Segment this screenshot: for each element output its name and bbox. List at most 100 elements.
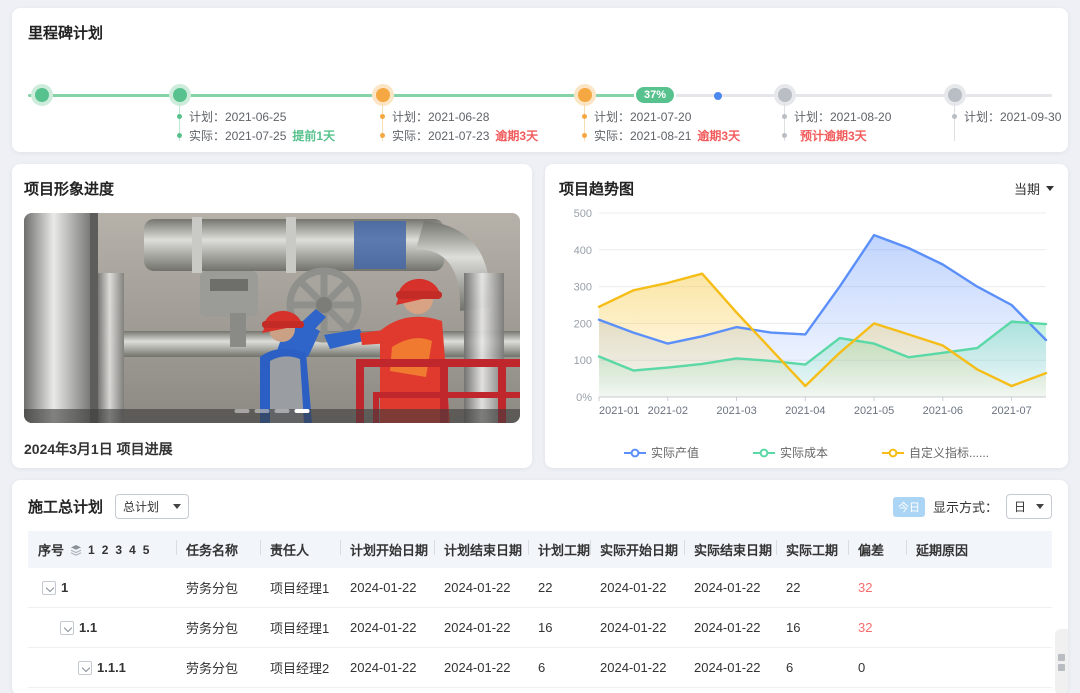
table-cell[interactable]: 2024-01-22 <box>434 648 528 688</box>
milestone-panel: 里程碑计划 ⚑开始⚑1#基础工程计划：2021-06-25实际：2021-07-… <box>12 8 1068 152</box>
table-header-cell: 责任人 <box>260 531 340 568</box>
table-cell[interactable]: 项目经理1 <box>260 568 340 608</box>
milestone-date-row: 计划：2021-06-28 <box>380 107 538 126</box>
milestone-timeline: ⚑开始⚑1#基础工程计划：2021-06-25实际：2021-07-25提前1天… <box>28 45 1052 149</box>
milestone-dot <box>948 88 962 102</box>
today-badge[interactable]: 今日 <box>893 497 925 517</box>
table-cell[interactable]: 1 <box>28 568 176 608</box>
legend-item[interactable]: 实际成本 <box>753 444 828 461</box>
level-button-1[interactable]: 1 <box>88 543 95 557</box>
legend-item[interactable]: 自定义指标...... <box>882 444 989 461</box>
project-photo[interactable] <box>24 213 520 423</box>
row-expand-toggle[interactable] <box>42 581 56 595</box>
table-cell[interactable]: 2024-01-22 <box>434 568 528 608</box>
carousel-dash[interactable] <box>235 409 250 413</box>
table-cell[interactable]: 劳务分包 <box>176 688 260 693</box>
table-cell[interactable]: 32 <box>848 608 906 648</box>
milestone-date-text: 计划：2021-06-25 <box>189 108 286 125</box>
table-cell[interactable]: 2024-01-22 <box>590 568 684 608</box>
level-button-3[interactable]: 3 <box>115 543 122 557</box>
carousel-dash[interactable] <box>295 409 310 413</box>
carousel-dash[interactable] <box>255 409 270 413</box>
period-dropdown-value: 当期 <box>1014 179 1040 198</box>
photo-panel-title: 项目形象进度 <box>24 178 520 199</box>
table-cell[interactable]: 2024-01-22 <box>684 608 776 648</box>
row-number: 1.1.1 <box>97 660 126 675</box>
table-cell[interactable]: 2024-01-22 <box>590 648 684 688</box>
today-dot <box>714 92 722 100</box>
plan-table: 序号 12345任务名称责任人计划开始日期计划结束日期计划工期实际开始日期实际结… <box>28 531 1052 693</box>
milestone-dates: 计划：2021-08-20预计逾期3天 <box>782 107 891 145</box>
table-header-cell: 任务名称 <box>176 531 260 568</box>
level-button-2[interactable]: 2 <box>102 543 109 557</box>
table-cell[interactable]: 32 <box>848 568 906 608</box>
level-button-5[interactable]: 5 <box>143 543 150 557</box>
table-cell[interactable]: 2024-01-22 <box>340 688 434 693</box>
table-cell[interactable] <box>906 688 1052 693</box>
legend-line-icon <box>753 448 775 458</box>
level-button-4[interactable]: 4 <box>129 543 136 557</box>
chart-legend: 实际产值 实际成本 自定义指标...... <box>559 444 1054 461</box>
table-cell[interactable]: 0 <box>848 648 906 688</box>
table-cell[interactable]: 1.1 <box>28 608 176 648</box>
carousel-indicators <box>235 409 310 413</box>
table-cell[interactable]: 2024-01-22 <box>590 688 684 693</box>
table-cell[interactable]: 16 <box>528 608 590 648</box>
display-mode-label: 显示方式： <box>933 497 998 516</box>
table-cell[interactable]: 劳务分包 <box>176 608 260 648</box>
table-cell[interactable]: 2024-01-22 <box>340 568 434 608</box>
level-buttons: 12345 <box>88 543 149 557</box>
milestone-date-text: 实际：2021-07-25 <box>189 127 286 144</box>
bullet-icon <box>177 133 182 138</box>
table-cell[interactable]: 22 <box>776 568 848 608</box>
milestone-dot <box>173 88 187 102</box>
table-cell[interactable]: 项目经理3 <box>260 688 340 693</box>
table-cell[interactable]: 6 <box>776 648 848 688</box>
row-expand-toggle[interactable] <box>78 661 92 675</box>
table-cell[interactable]: 2024-01-22 <box>340 608 434 648</box>
header-label: 偏差 <box>858 540 884 559</box>
table-header-cell: 计划结束日期 <box>434 531 528 568</box>
photo-caption: 2024年3月1日 项目进展 <box>24 439 520 459</box>
table-cell[interactable]: 1 <box>848 688 906 693</box>
table-cell[interactable]: 2024-01-22 <box>434 608 528 648</box>
table-cell[interactable]: 劳务分包 <box>176 648 260 688</box>
legend-item[interactable]: 实际产值 <box>624 444 699 461</box>
table-cell[interactable]: 16 <box>776 608 848 648</box>
table-cell[interactable]: 项目经理1 <box>260 608 340 648</box>
table-cell[interactable]: 1.1.2 <box>28 688 176 693</box>
table-cell[interactable]: 2024-01-22 <box>684 568 776 608</box>
legend-label: 实际产值 <box>651 444 699 461</box>
plan-type-select[interactable]: 总计划 <box>115 494 189 519</box>
table-cell[interactable]: 5 <box>528 688 590 693</box>
table-cell[interactable]: 2024-01-22 <box>684 688 776 693</box>
table-cell[interactable] <box>906 568 1052 608</box>
header-label: 实际结束日期 <box>694 540 772 559</box>
layers-icon[interactable] <box>70 544 82 556</box>
period-dropdown[interactable]: 当期 <box>1014 179 1054 198</box>
table-cell[interactable]: 1.1.1 <box>28 648 176 688</box>
table-cell[interactable]: 劳务分包 <box>176 568 260 608</box>
table-cell[interactable]: 2024-01-22 <box>434 688 528 693</box>
table-cell[interactable]: 项目经理2 <box>260 648 340 688</box>
worksite-photo-illustration <box>24 213 520 423</box>
svg-text:2021-01: 2021-01 <box>599 405 639 417</box>
table-header-cell: 计划开始日期 <box>340 531 434 568</box>
header-label: 任务名称 <box>186 540 238 559</box>
table-cell[interactable] <box>906 608 1052 648</box>
display-mode-select[interactable]: 日 <box>1006 494 1052 519</box>
table-cell[interactable]: 2024-01-22 <box>340 648 434 688</box>
row-expand-toggle[interactable] <box>60 621 74 635</box>
carousel-dash[interactable] <box>275 409 290 413</box>
table-cell[interactable]: 2024-01-22 <box>590 608 684 648</box>
table-cell[interactable]: 5 <box>776 688 848 693</box>
milestone-panel-title: 里程碑计划 <box>28 22 1052 43</box>
milestone-date-row: 计划：2021-09-30 <box>952 107 1061 126</box>
table-cell[interactable]: 22 <box>528 568 590 608</box>
table-cell[interactable]: 2024-01-22 <box>684 648 776 688</box>
header-label: 实际开始日期 <box>600 540 678 559</box>
display-mode-select-value: 日 <box>1014 498 1026 515</box>
table-cell[interactable]: 6 <box>528 648 590 688</box>
floating-side-tab[interactable] <box>1055 629 1068 693</box>
table-cell[interactable] <box>906 648 1052 688</box>
